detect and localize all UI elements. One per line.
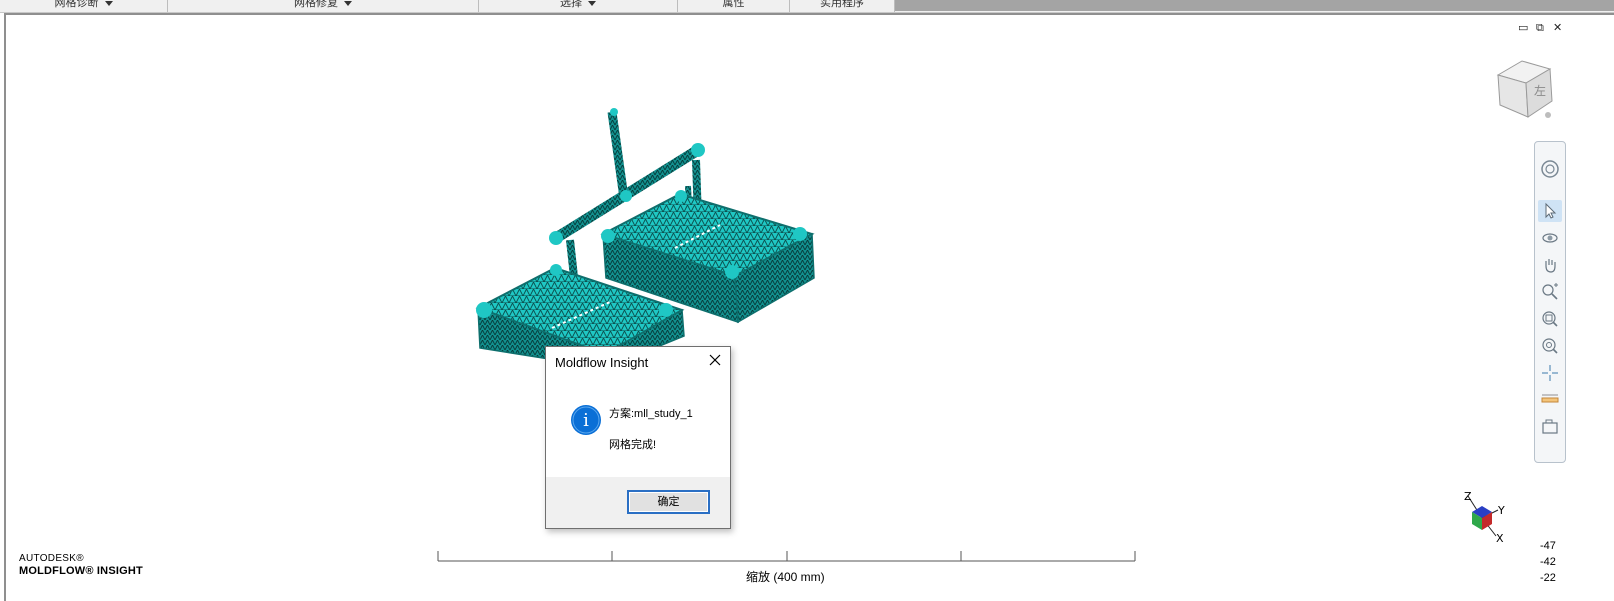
orbit-icon[interactable]: [1538, 227, 1562, 249]
meshed-model[interactable]: [460, 100, 840, 380]
ribbon-group-label: 网格修复: [294, 0, 338, 9]
ribbon-empty-area: [895, 0, 1614, 11]
ok-button[interactable]: 确定: [627, 490, 710, 514]
viewcube[interactable]: 左: [1490, 55, 1560, 125]
ribbon-group-properties[interactable]: 属性: [678, 0, 790, 12]
close-icon[interactable]: ✕: [1553, 22, 1562, 34]
axis-y-label: Y: [1497, 504, 1505, 517]
measure-icon[interactable]: [1538, 389, 1562, 411]
moldflow-insight-logo-text: MOLDFLOW® INSIGHT: [19, 565, 143, 577]
moldflow-window: 网格诊断 网格修复 选择 属性 实用程序 ▭ ⧉ ✕ 左 Moldflow In…: [0, 0, 1614, 601]
ribbon-group-label: 实用程序: [820, 0, 864, 9]
zoom-icon[interactable]: [1538, 281, 1562, 303]
info-icon: i: [570, 404, 602, 436]
legend-value: -47: [1540, 540, 1556, 552]
steering-wheel-icon[interactable]: [1538, 158, 1562, 180]
dialog-study-name: 方案:mll_study_1: [609, 408, 693, 420]
message-dialog: Moldflow Insight i 方案:mll_study_1 网格完成! …: [545, 346, 731, 529]
dialog-message: 网格完成!: [609, 439, 657, 451]
ribbon-group-select[interactable]: 选择: [479, 0, 678, 12]
center-icon[interactable]: [1538, 362, 1562, 384]
scale-bar: [437, 549, 1137, 565]
legend-value: -42: [1540, 556, 1556, 568]
navigation-bar: [1534, 141, 1566, 463]
axis-x-label: X: [1496, 532, 1504, 544]
ribbon-group-mesh-repair[interactable]: 网格修复: [168, 0, 479, 12]
restore-icon[interactable]: ⧉: [1536, 22, 1544, 34]
info-glyph: i: [583, 410, 589, 431]
ribbon-group-label: 属性: [722, 0, 745, 9]
select-icon[interactable]: [1538, 200, 1562, 222]
close-icon[interactable]: [708, 353, 722, 367]
ribbon-group-mesh-diagnostics[interactable]: 网格诊断: [0, 0, 168, 12]
scale-label: 缩放 (400 mm): [746, 570, 825, 584]
axis-triad: Z Y X: [1460, 488, 1510, 545]
chevron-down-icon: [104, 1, 113, 6]
viewcube-face-label: 左: [1534, 83, 1546, 98]
zoom-extents-icon[interactable]: [1538, 335, 1562, 357]
minimize-icon[interactable]: ▭: [1518, 22, 1528, 34]
legend-value: -22: [1540, 572, 1556, 584]
chevron-down-icon: [344, 1, 352, 6]
ribbon-panel-titles: 网格诊断 网格修复 选择 属性 实用程序: [0, 0, 1614, 13]
ribbon-group-label: 网格诊断: [54, 0, 99, 9]
ribbon-group-label: 选择: [560, 0, 582, 9]
zoom-window-icon[interactable]: [1538, 308, 1562, 330]
autodesk-logo-text: AUTODESK®: [19, 553, 84, 564]
chevron-down-icon: [588, 1, 596, 6]
pan-icon[interactable]: [1538, 254, 1562, 276]
camera-icon[interactable]: [1538, 416, 1562, 438]
ribbon-group-utilities[interactable]: 实用程序: [790, 0, 895, 12]
axis-z-label: Z: [1464, 490, 1472, 503]
dialog-title: Moldflow Insight: [555, 355, 649, 370]
